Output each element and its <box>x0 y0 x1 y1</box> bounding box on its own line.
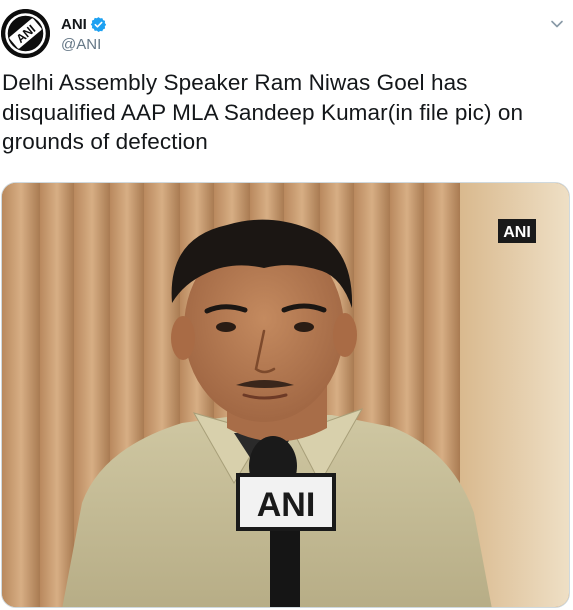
tweet-media-photo[interactable]: ANI ANI <box>1 182 570 608</box>
media-image: ANI ANI <box>2 183 569 607</box>
tweet-text: Delhi Assembly Speaker Ram Niwas Goel ha… <box>2 70 524 154</box>
tweet-header: ANI ANI @ANI <box>0 7 573 63</box>
mic-flag-text: ANI <box>257 486 316 524</box>
ani-logo-icon: ANI <box>1 9 50 58</box>
watermark-text: ANI <box>503 224 531 241</box>
verified-badge-icon <box>90 16 107 33</box>
tweet-card[interactable]: ANI ANI @ANI Delhi Assembly Speaker Ram … <box>0 0 573 610</box>
chevron-down-icon[interactable] <box>547 14 567 34</box>
avatar[interactable]: ANI <box>1 9 50 58</box>
ani-watermark: ANI <box>498 219 536 243</box>
account-names: ANI @ANI <box>61 14 107 53</box>
account-handle[interactable]: @ANI <box>61 36 107 53</box>
display-name[interactable]: ANI <box>61 16 87 33</box>
